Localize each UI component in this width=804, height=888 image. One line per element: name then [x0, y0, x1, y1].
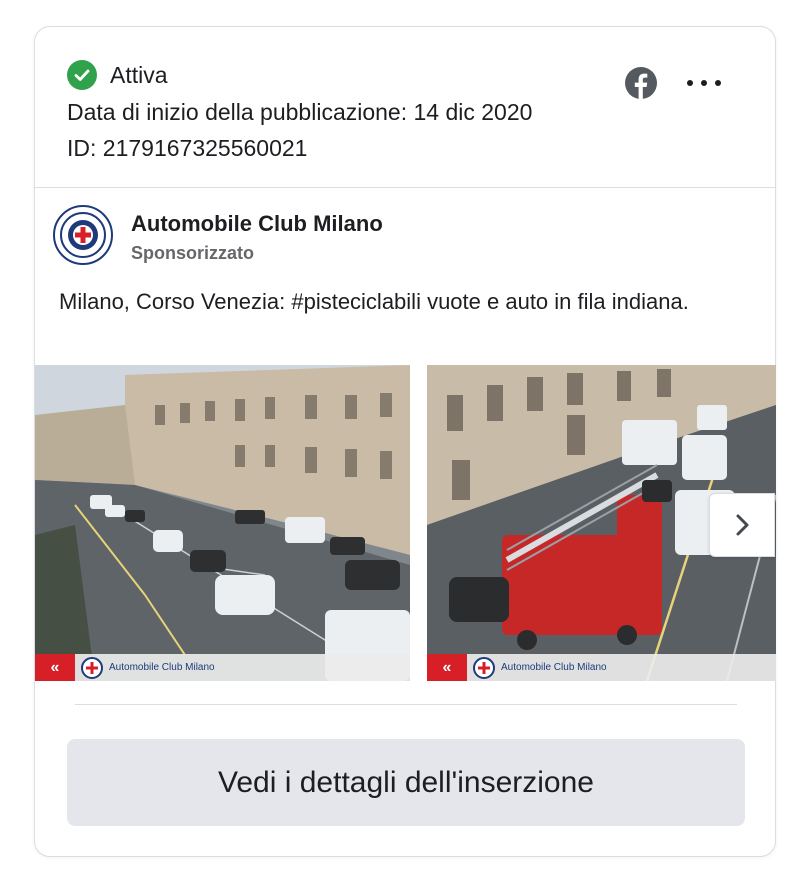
page-name[interactable]: Automobile Club Milano	[131, 211, 383, 237]
view-ad-details-button[interactable]: Vedi i dettagli dell'inserzione	[67, 739, 745, 826]
ad-card: Attiva Data di inizio della pubblicazion…	[34, 26, 776, 857]
chevrons-left-icon: «	[35, 654, 75, 681]
watermark-bar: « Automobile Club Milano	[427, 654, 776, 681]
page-avatar[interactable]	[53, 205, 113, 265]
carousel-next-button[interactable]	[709, 493, 775, 557]
facebook-icon	[624, 66, 658, 100]
carousel-image-1[interactable]: « Automobile Club Milano	[35, 365, 410, 681]
watermark-text: Automobile Club Milano	[501, 662, 607, 673]
ad-body-text: Milano, Corso Venezia: #pisteciclabili v…	[59, 289, 689, 314]
more-options-icon[interactable]	[687, 69, 721, 97]
club-logo-icon	[473, 656, 495, 679]
chevrons-left-icon: «	[427, 654, 467, 681]
ad-id: ID: 2179167325560021	[67, 135, 308, 161]
status-row: Attiva	[67, 59, 168, 91]
chevron-right-icon	[736, 514, 749, 536]
club-logo-icon	[81, 656, 103, 679]
status-label: Attiva	[110, 61, 168, 88]
footer-divider	[75, 704, 737, 705]
watermark-bar: « Automobile Club Milano	[35, 654, 410, 681]
watermark-text: Automobile Club Milano	[109, 662, 215, 673]
publication-start-date: Data di inizio della pubblicazione: 14 d…	[67, 99, 533, 125]
header-divider	[35, 187, 775, 188]
sponsored-label: Sponsorizzato	[131, 243, 255, 263]
check-circle-icon	[67, 60, 97, 90]
